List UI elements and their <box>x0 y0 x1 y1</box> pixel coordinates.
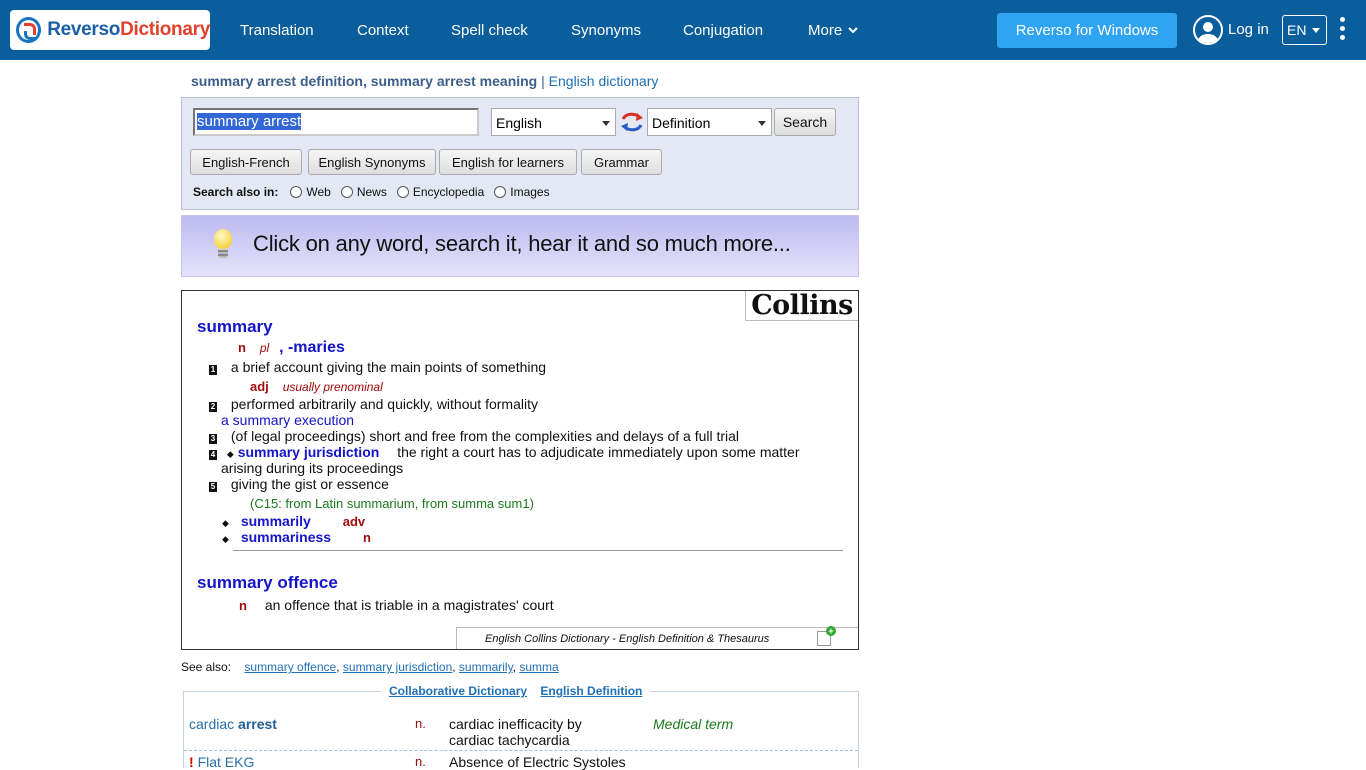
sense-4: 4 ◆ summary jurisdiction the right a cou… <box>209 444 800 460</box>
see-also-link-summarily[interactable]: summarily <box>459 660 513 674</box>
dropdown-arrow-icon <box>1312 28 1320 33</box>
see-also: See also: summary offence, summary juris… <box>181 660 559 674</box>
search-button[interactable]: Search <box>774 108 836 136</box>
derived-summariness: ◆ summariness n <box>222 529 371 545</box>
sense-3: 3 (of legal proceedings) short and free … <box>209 428 740 444</box>
add-note-icon[interactable] <box>817 626 836 646</box>
term-summary-jurisdiction[interactable]: summary jurisdiction <box>238 444 380 460</box>
sense-5: 5 giving the gist or essence <box>209 476 389 492</box>
collins-footer: English Collins Dictionary - English Def… <box>456 626 858 649</box>
nav-conjugation[interactable]: Conjugation <box>683 0 763 60</box>
more-options-icon[interactable] <box>1340 17 1346 43</box>
search-input[interactable]: summary arrest <box>193 108 479 136</box>
collins-definition-box: Collins summary n pl , -maries 1 a brief… <box>181 290 859 650</box>
mode-select[interactable]: Definition <box>647 108 772 136</box>
promo-banner[interactable]: Click on any word, search it, hear it an… <box>181 215 859 277</box>
search-also-web[interactable]: Web <box>290 185 331 199</box>
source-language-select[interactable]: English <box>491 108 616 136</box>
tab-english-french[interactable]: English-French <box>190 149 302 175</box>
divider <box>233 550 843 551</box>
bullet-icon: ◆ <box>226 449 234 459</box>
english-dictionary-link[interactable]: English dictionary <box>549 73 659 89</box>
tab-english-synonyms[interactable]: English Synonyms <box>308 149 436 175</box>
search-also-encyclopedia[interactable]: Encyclopedia <box>396 185 484 199</box>
logo-text: ReversoDictionary <box>47 19 210 40</box>
see-also-link-summa[interactable]: summa <box>519 660 558 674</box>
user-icon[interactable] <box>1193 15 1223 45</box>
top-navigation-bar: ReversoDictionary Translation Context Sp… <box>0 0 1366 60</box>
headword-summary[interactable]: summary <box>197 317 273 337</box>
derived-summarily: ◆ summarily adv <box>222 513 366 529</box>
see-also-link-summary-jurisdiction[interactable]: summary jurisdiction <box>343 660 452 674</box>
lightbulb-icon <box>212 229 234 263</box>
reverso-for-windows-button[interactable]: Reverso for Windows <box>997 13 1177 48</box>
search-panel: summary arrest English Definition Search… <box>181 97 859 210</box>
collab-title[interactable]: Collaborative Dictionary English Definit… <box>381 684 651 698</box>
tab-english-for-learners[interactable]: English for learners <box>439 149 577 175</box>
search-also-images[interactable]: Images <box>494 185 550 199</box>
see-also-link-summary-offence[interactable]: summary offence <box>244 660 336 674</box>
chevron-down-icon <box>848 27 858 34</box>
plural-line: n pl , -maries <box>238 339 345 356</box>
sense-2: 2 performed arbitrarily and quickly, wit… <box>209 396 538 412</box>
bullet-icon: ◆ <box>222 518 229 528</box>
banner-text: Click on any word, search it, hear it an… <box>253 231 791 256</box>
collins-logo: Collins <box>745 290 858 321</box>
etymology: (C15: from Latin summarium, from summa s… <box>250 496 534 511</box>
swap-icon[interactable] <box>620 110 644 134</box>
nav-synonyms[interactable]: Synonyms <box>571 0 641 60</box>
nav-more[interactable]: More <box>808 0 859 60</box>
sense-4-continued: arising during its proceedings <box>221 460 404 476</box>
language-selector[interactable]: EN <box>1282 15 1327 45</box>
search-also-news[interactable]: News <box>340 185 387 199</box>
example-summary-execution[interactable]: a summary execution <box>221 412 354 428</box>
page-title: summary arrest definition, summary arres… <box>191 73 659 89</box>
nav-translation[interactable]: Translation <box>240 0 314 60</box>
reverso-logo-icon <box>16 17 42 43</box>
collab-term[interactable]: cardiac arrest <box>189 716 277 732</box>
search-also-row: Search also in: Web News Encyclopedia Im… <box>193 185 550 199</box>
summary-offence-sense: n an offence that is triable in a magist… <box>239 597 554 613</box>
adj-line: adj usually prenominal <box>250 379 383 394</box>
headword-summary-offence[interactable]: summary offence <box>197 573 338 593</box>
nav-context[interactable]: Context <box>357 0 409 60</box>
row-divider <box>184 750 858 751</box>
tab-grammar[interactable]: Grammar <box>581 149 662 175</box>
collaborative-dictionary: Collaborative Dictionary English Definit… <box>183 684 859 770</box>
reverso-dictionary-logo[interactable]: ReversoDictionary <box>10 10 210 50</box>
sense-1: 1 a brief account giving the main points… <box>209 359 547 375</box>
login-link[interactable]: Log in <box>1228 21 1269 38</box>
bullet-icon: ◆ <box>222 534 229 544</box>
nav-spell-check[interactable]: Spell check <box>451 0 528 60</box>
